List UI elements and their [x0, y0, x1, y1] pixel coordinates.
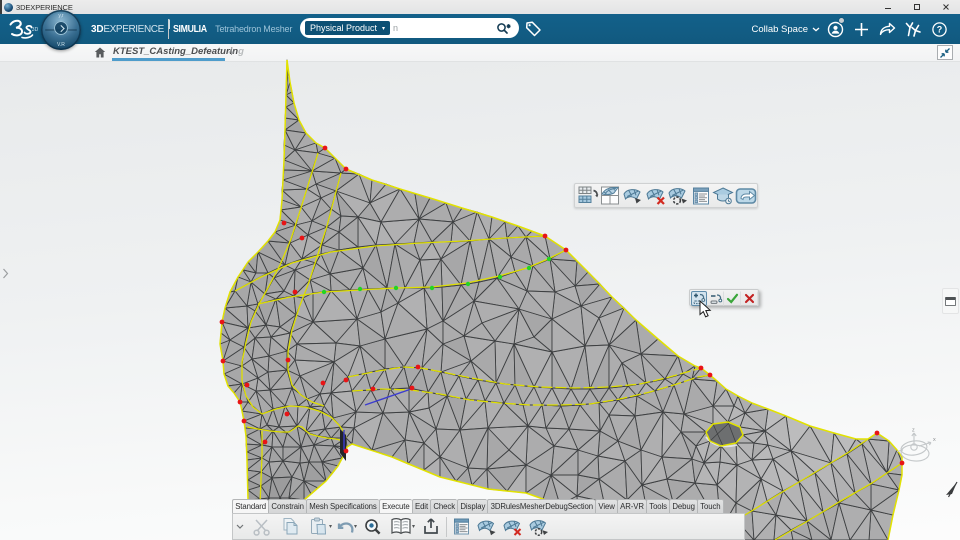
ribbon-tab-3drulesmesherdebugsection[interactable]: 3DRulesMesherDebugSection [487, 499, 596, 513]
replay-button[interactable] [735, 185, 758, 207]
collapsed-panel-tab[interactable] [942, 288, 959, 314]
ribbon-tabbar: Standard Constrain Mesh Specifications E… [232, 499, 724, 513]
compass-left-label: 3D [31, 27, 39, 33]
panel-window-icon [945, 296, 956, 306]
action-bar: ▾ ▾ ▾ [232, 513, 745, 540]
ok-button[interactable] [725, 290, 741, 306]
zoom-search-button[interactable] [359, 515, 387, 539]
toolbar-separator [446, 516, 448, 537]
ribbon-tab-constrain[interactable]: Constrain [268, 499, 307, 513]
mouse-cursor [699, 300, 712, 318]
mesh-specs-table-button[interactable] [690, 185, 713, 207]
mesh-tools-toolbar [574, 183, 758, 208]
application-window: { "window": { "title": "3DEXPERIENCE", "… [0, 0, 960, 540]
copy-button[interactable] [276, 515, 304, 539]
mesh-update-button2[interactable] [526, 515, 552, 539]
compass-top-label: y,r [58, 13, 64, 19]
compass-play-icon[interactable] [54, 21, 68, 35]
ribbon-tab-ar-vr[interactable]: AR-VR [616, 499, 647, 513]
cut-button[interactable] [248, 515, 276, 539]
surface-mesh-button[interactable] [600, 185, 623, 207]
gizmo-x-label: x [933, 437, 936, 443]
ribbon-tab-view[interactable]: View [595, 499, 617, 513]
learn-button[interactable] [712, 185, 735, 207]
compass-bottom-label: V.R [57, 42, 65, 48]
ribbon-tab-edit[interactable]: Edit [411, 499, 431, 513]
compass-widget[interactable]: y,r V.R 3D [32, 10, 81, 50]
ribbon-tab-touch[interactable]: Touch [697, 499, 724, 513]
ribbon-tab-tools[interactable]: Tools [646, 499, 670, 513]
undo-button[interactable] [334, 515, 357, 539]
cancel-button[interactable] [742, 290, 758, 306]
paste-button[interactable] [304, 515, 332, 539]
tetrahedron-mesh[interactable] [0, 0, 960, 540]
gizmo-z-label: z [912, 428, 915, 434]
mesh-specs-table-button2[interactable] [448, 515, 474, 539]
ribbon-tab-execute[interactable]: Execute [378, 499, 412, 513]
ribbon-tab-standard[interactable]: Standard [232, 499, 269, 513]
mesh-delete-button2[interactable] [500, 515, 526, 539]
mesh-run-button[interactable] [474, 515, 500, 539]
ribbon-tab-check[interactable]: Check [430, 499, 458, 513]
export-share-button[interactable] [417, 515, 445, 539]
actionbar-expander[interactable] [236, 522, 244, 531]
mesh-update-button[interactable] [667, 185, 690, 207]
mesh-delete-button[interactable] [645, 185, 668, 207]
catalog-book-button[interactable] [387, 515, 415, 539]
mesh-transfer-button[interactable] [577, 185, 600, 207]
escape-arrow-icon [946, 481, 958, 498]
ribbon-tab-debug[interactable]: Debug [669, 499, 698, 513]
ribbon-tab-mesh-specifications[interactable]: Mesh Specifications [306, 499, 379, 513]
robot-gizmo[interactable]: z x [895, 426, 937, 472]
ribbon-tab-display[interactable]: Display [457, 499, 488, 513]
mesh-operator-button[interactable] [622, 185, 645, 207]
3d-viewport[interactable] [0, 59, 960, 540]
left-panel-expander[interactable] [2, 268, 9, 281]
